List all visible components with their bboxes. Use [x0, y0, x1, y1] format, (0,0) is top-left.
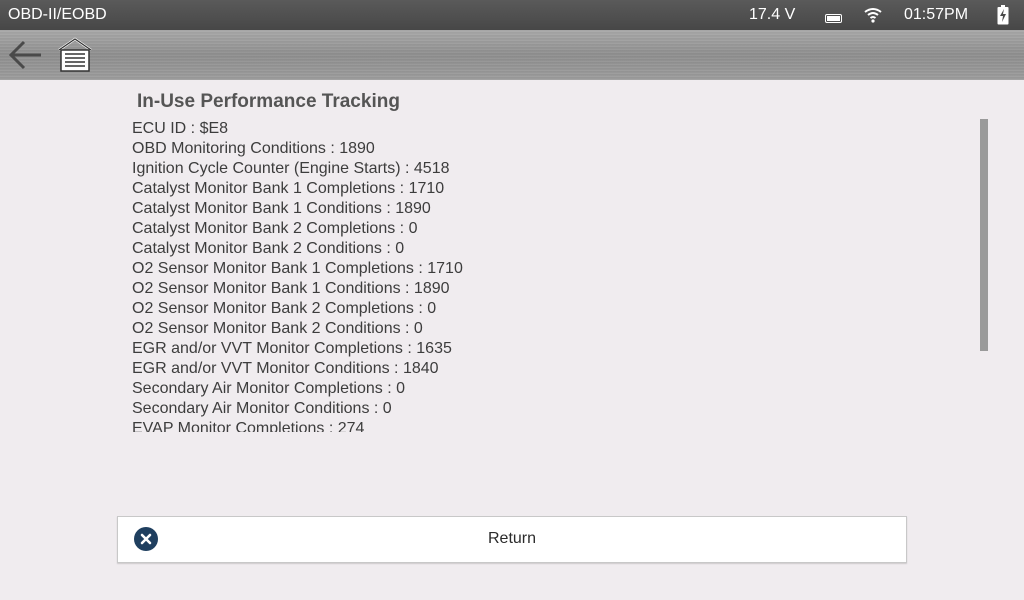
report-line: O2 Sensor Monitor Bank 2 Completions : 0	[132, 300, 437, 317]
page-title: In-Use Performance Tracking	[137, 91, 400, 112]
charging-battery-icon	[997, 5, 1009, 30]
wifi-icon	[864, 7, 882, 28]
back-button[interactable]	[6, 38, 44, 72]
report-line: EGR and/or VVT Monitor Completions : 163…	[132, 340, 452, 357]
report-line: O2 Sensor Monitor Bank 1 Completions : 1…	[132, 260, 463, 277]
voltage-readout: 17.4 V	[749, 6, 796, 23]
report-list[interactable]: ECU ID : $E8 OBD Monitoring Conditions :…	[132, 119, 962, 432]
battery-indicator-icon	[825, 10, 843, 28]
report-line: Catalyst Monitor Bank 1 Conditions : 189…	[132, 200, 431, 217]
report-line: EVAP Monitor Completions : 274	[132, 420, 365, 432]
back-arrow-icon	[8, 40, 41, 70]
scrollbar[interactable]	[980, 119, 988, 431]
return-button[interactable]: Return	[117, 516, 907, 563]
return-label: Return	[487, 530, 537, 547]
report-line: EGR and/or VVT Monitor Conditions : 1840	[132, 360, 439, 377]
report-line: Ignition Cycle Counter (Engine Starts) :…	[132, 160, 450, 177]
report-line: Catalyst Monitor Bank 2 Conditions : 0	[132, 240, 405, 257]
home-button[interactable]	[56, 36, 94, 74]
report-line: OBD Monitoring Conditions : 1890	[132, 140, 375, 157]
report-line: ECU ID : $E8	[132, 120, 229, 137]
home-garage-icon	[58, 37, 92, 72]
report-line: O2 Sensor Monitor Bank 2 Conditions : 0	[132, 320, 423, 337]
scrollbar-thumb[interactable]	[980, 119, 988, 351]
app-title: OBD-II/EOBD	[8, 6, 107, 23]
report-line: Secondary Air Monitor Conditions : 0	[132, 400, 392, 417]
report-line: Catalyst Monitor Bank 2 Completions : 0	[132, 220, 418, 237]
clock: 01:57PM	[904, 6, 969, 23]
report-line: Secondary Air Monitor Completions : 0	[132, 380, 406, 397]
report-line: Catalyst Monitor Bank 1 Completions : 17…	[132, 180, 445, 197]
report-line: O2 Sensor Monitor Bank 1 Conditions : 18…	[132, 280, 450, 297]
toolbar	[0, 30, 1024, 80]
status-bar: OBD-II/EOBD 17.4 V 01:57PM	[0, 0, 1024, 30]
